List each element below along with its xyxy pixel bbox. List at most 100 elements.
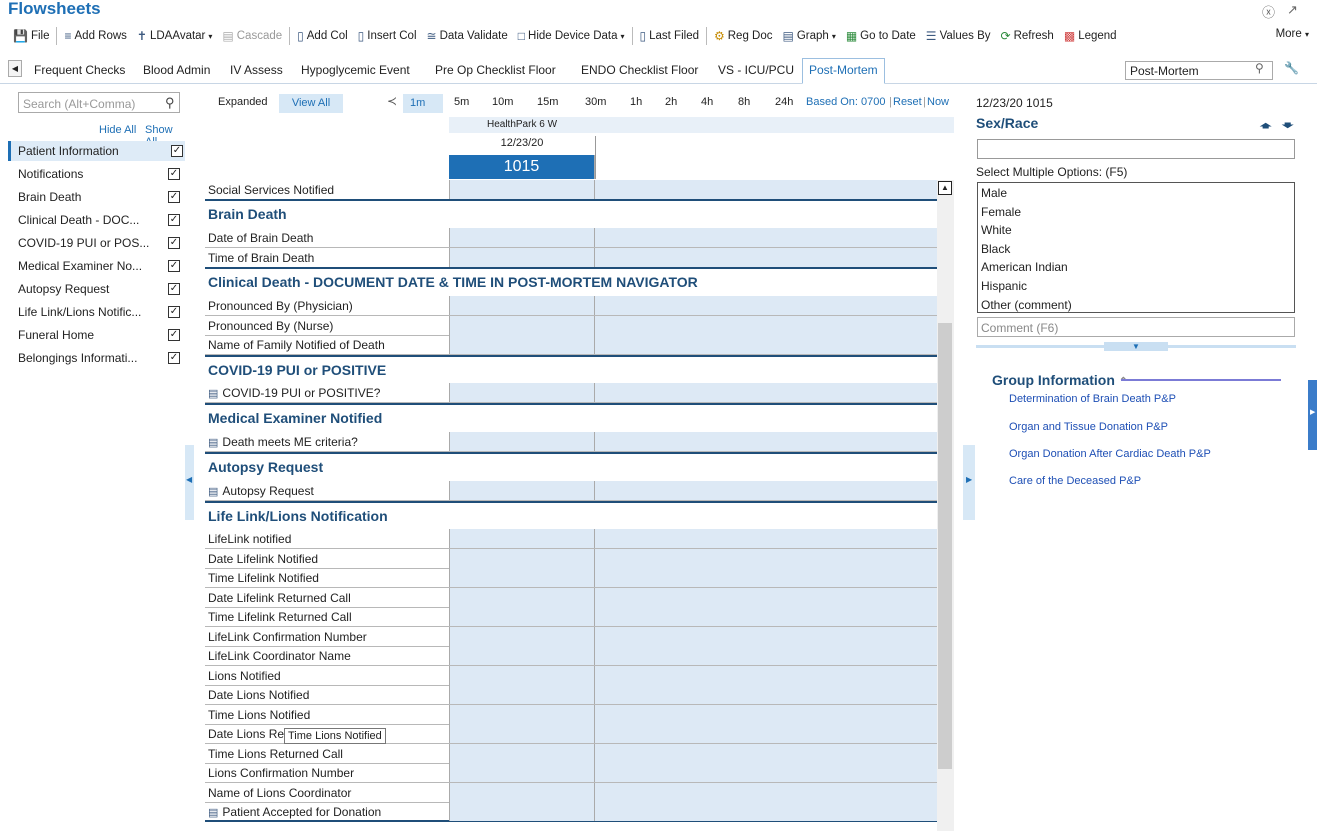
empty-cell[interactable] [595, 549, 937, 568]
table-row[interactable]: Pronounced By (Nurse) [205, 316, 937, 336]
search-icon[interactable]: ⚲ [1255, 61, 1264, 75]
checkbox-checked-icon[interactable]: ✓ [168, 168, 180, 180]
search-icon[interactable]: ⚲ [165, 95, 175, 111]
add-col-button[interactable]: ▯ Add Col [292, 25, 353, 47]
table-row[interactable]: Time Lions Returned Call [205, 744, 937, 764]
nav-item-clinical-death[interactable]: Clinical Death - DOC... ✓ [8, 210, 185, 230]
tab-hypoglycemic-event[interactable]: Hypoglycemic Event [301, 63, 410, 77]
checkbox-checked-icon[interactable]: ✓ [168, 283, 180, 295]
empty-cell[interactable] [595, 783, 937, 802]
empty-cell[interactable] [595, 383, 937, 402]
table-row[interactable]: LifeLink Confirmation Number [205, 627, 937, 647]
file-button[interactable]: 💾 File [8, 25, 54, 47]
empty-cell[interactable] [595, 646, 937, 665]
nav-item-brain-death[interactable]: Brain Death ✓ [8, 187, 185, 207]
empty-cell[interactable] [595, 705, 937, 724]
scroll-thumb[interactable] [938, 323, 952, 769]
empty-cell[interactable] [595, 316, 937, 335]
table-row[interactable]: Time Lifelink Notified [205, 568, 937, 588]
right-panel-collapse-handle[interactable]: ▶ [963, 445, 975, 520]
expanded-toggle[interactable]: Expanded [218, 96, 268, 108]
empty-cell[interactable] [595, 228, 937, 247]
reg-doc-button[interactable]: ⚙ Reg Doc [709, 25, 778, 47]
empty-cell[interactable] [595, 432, 937, 451]
value-cell[interactable] [449, 802, 595, 821]
table-row[interactable]: Pronounced By (Physician) [205, 296, 937, 316]
interval-1m[interactable]: 1m [403, 94, 443, 113]
group-information-header[interactable]: Group Information ⌃ [992, 372, 1128, 388]
nav-item-funeral-home[interactable]: Funeral Home ✓ [8, 325, 185, 345]
table-row[interactable]: LifeLink notified [205, 529, 937, 549]
value-cell[interactable] [449, 248, 595, 267]
insert-col-button[interactable]: ▯ Insert Col [353, 25, 422, 47]
option-black[interactable]: Black [978, 240, 1294, 259]
table-row[interactable]: ▤ Patient Accepted for Donation [205, 802, 937, 822]
tab-search-input[interactable]: Post-Mortem [1125, 61, 1273, 80]
data-validate-button[interactable]: ≅ Data Validate [422, 25, 513, 47]
tab-pre-op-checklist-floor[interactable]: Pre Op Checklist Floor [435, 63, 556, 77]
arrow-down-icon[interactable]: 🡃 [1281, 117, 1294, 139]
value-cell[interactable] [449, 432, 595, 451]
value-cell[interactable] [449, 383, 595, 402]
value-cell[interactable] [449, 685, 595, 704]
last-filed-button[interactable]: ▯ Last Filed [635, 25, 704, 47]
tab-endo-checklist-floor[interactable]: ENDO Checklist Floor [581, 63, 698, 77]
comment-input[interactable]: Comment (F6) [977, 317, 1295, 337]
legend-button[interactable]: ▩ Legend [1059, 25, 1122, 47]
value-cell[interactable] [449, 335, 595, 354]
value-cell[interactable] [449, 316, 595, 335]
table-row[interactable]: ▤ Autopsy Request [205, 481, 937, 501]
checkbox-checked-icon[interactable]: ✓ [168, 214, 180, 226]
checkbox-checked-icon[interactable]: ✓ [168, 237, 180, 249]
empty-cell[interactable] [595, 335, 937, 354]
values-by-button[interactable]: ☰ Values By [921, 25, 996, 47]
interval-30m[interactable]: 30m [585, 96, 606, 108]
checkbox-checked-icon[interactable]: ✓ [168, 260, 180, 272]
nav-search-input[interactable]: Search (Alt+Comma) ⚲ [18, 92, 180, 113]
nav-item-notifications[interactable]: Notifications ✓ [8, 164, 185, 184]
value-cell[interactable] [449, 744, 595, 763]
checkbox-checked-icon[interactable]: ✓ [168, 191, 180, 203]
hide-device-data-button[interactable]: □ Hide Device Data ▾ [513, 25, 630, 47]
hide-all-link[interactable]: Hide All [99, 124, 136, 136]
interval-24h[interactable]: 24h [775, 96, 793, 108]
option-other-comment[interactable]: Other (comment) [978, 296, 1294, 315]
reset-link[interactable]: Reset [893, 96, 922, 108]
interval-10m[interactable]: 10m [492, 96, 513, 108]
interval-1h[interactable]: 1h [630, 96, 642, 108]
table-row[interactable]: Date of Brain Death [205, 228, 937, 248]
tab-iv-assess[interactable]: IV Assess [230, 63, 283, 77]
lda-avatar-button[interactable]: ✝ LDAAvatar ▾ [132, 25, 217, 47]
value-cell[interactable] [449, 705, 595, 724]
based-on-link[interactable]: Based On: 0700 [806, 96, 886, 108]
empty-cell[interactable] [595, 248, 937, 267]
tab-vs-icu-pcu[interactable]: VS - ICU/PCU [718, 63, 794, 77]
value-cell[interactable] [449, 627, 595, 646]
option-hispanic[interactable]: Hispanic [978, 277, 1294, 296]
value-cell[interactable] [449, 763, 595, 782]
interval-2h[interactable]: 2h [665, 96, 677, 108]
now-link[interactable]: Now [927, 96, 949, 108]
refresh-button[interactable]: ⟳ Refresh [996, 25, 1059, 47]
empty-cell[interactable] [595, 296, 937, 315]
empty-cell[interactable] [595, 481, 937, 500]
table-row[interactable]: Name of Family Notified of Death [205, 335, 937, 355]
nav-item-covid[interactable]: COVID-19 PUI or POS... ✓ [8, 233, 185, 253]
left-panel-collapse-handle[interactable]: ◀ [185, 445, 194, 520]
checkbox-checked-icon[interactable]: ✓ [168, 306, 180, 318]
option-american-indian[interactable]: American Indian [978, 258, 1294, 277]
empty-cell[interactable] [595, 607, 937, 626]
option-male[interactable]: Male [978, 184, 1294, 203]
table-row[interactable]: ▤ COVID-19 PUI or POSITIVE? [205, 383, 937, 403]
column-time[interactable]: 1015 [449, 155, 595, 179]
grid-scrollbar[interactable]: ▲ [937, 180, 954, 831]
empty-cell[interactable] [595, 802, 937, 821]
value-cell[interactable] [449, 180, 595, 199]
empty-cell[interactable] [595, 763, 937, 782]
cascade-button[interactable]: ▤ Cascade [217, 25, 287, 47]
table-row[interactable]: Lions Notified [205, 666, 937, 686]
table-row[interactable]: Time of Brain Death [205, 248, 937, 268]
add-rows-button[interactable]: ≡ Add Rows [59, 25, 131, 47]
help-icon[interactable]: ⓧ [1262, 2, 1275, 21]
link-organ-donation-cardiac-pp[interactable]: Organ Donation After Cardiac Death P&P [1009, 448, 1211, 460]
